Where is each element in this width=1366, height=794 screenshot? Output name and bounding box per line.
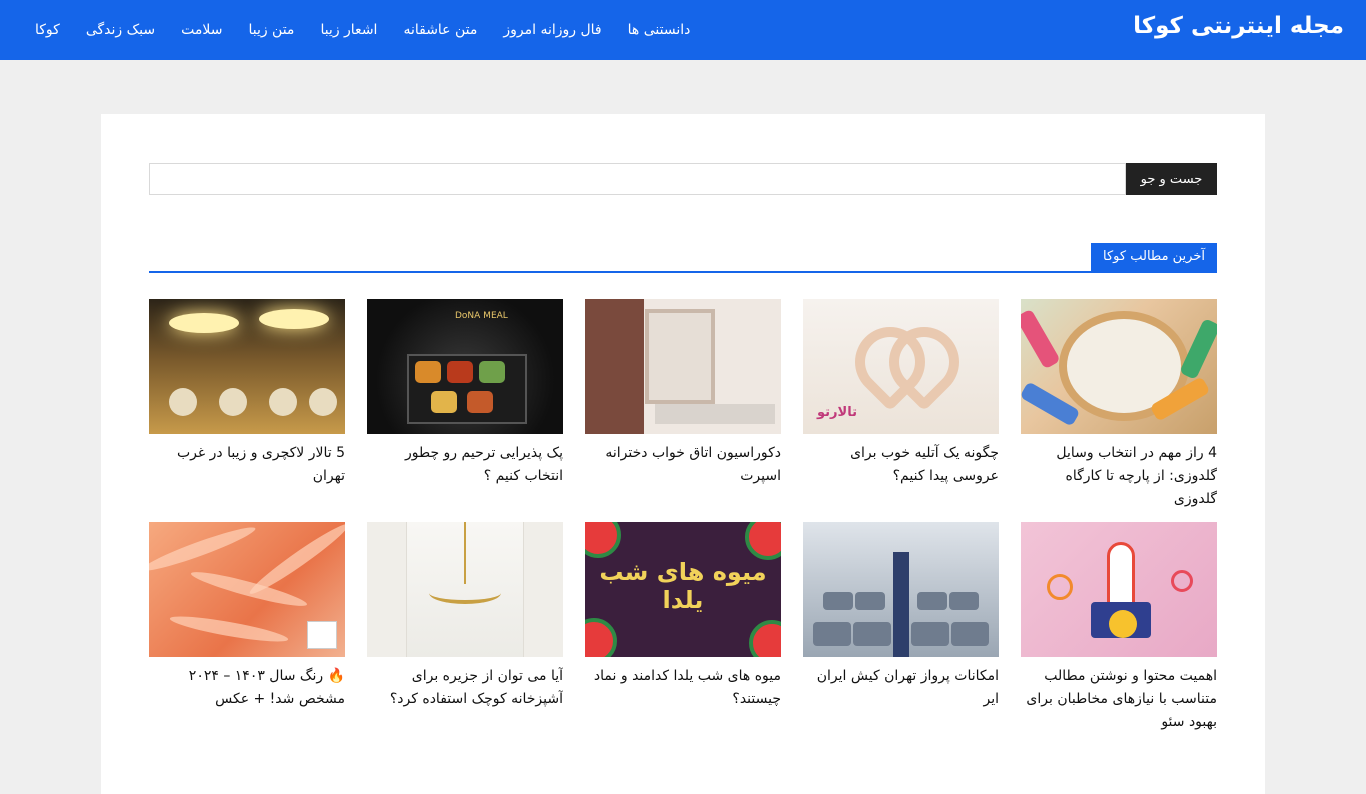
chandelier-image [429, 582, 501, 604]
table-image [309, 388, 337, 416]
post-card[interactable]: 4 راز مهم در انتخاب وسایل گلدوزی: از پار… [1021, 299, 1217, 507]
nav-item-facts[interactable]: دانستنی ها [615, 0, 704, 60]
watermelon-image [585, 618, 617, 657]
post-grid: 4 راز مهم در انتخاب وسایل گلدوزی: از پار… [149, 299, 1217, 730]
post-thumbnail-bedroom[interactable] [585, 299, 781, 434]
magnifier-icon [1047, 574, 1073, 600]
fur-image [168, 611, 290, 647]
post-title[interactable]: چگونه یک آتلیه خوب برای عروسی پیدا کنیم؟ [803, 442, 999, 512]
site-title[interactable]: مجله اینترنتی کوکا [1133, 13, 1344, 39]
post-card[interactable]: آیا می توان از جزیره برای آشپزخانه کوچک … [367, 522, 563, 723]
post-title[interactable]: 5 تالار لاکچری و زیبا در غرب تهران [149, 442, 345, 512]
food-image [447, 361, 473, 383]
fur-image [189, 566, 309, 612]
yalda-text: میوه های شب یلدا [599, 558, 767, 614]
post-thumbnail-hall[interactable] [149, 299, 345, 434]
nav-item-daily-fortune[interactable]: فال روزانه امروز [490, 0, 614, 60]
post-thumbnail-embroidery[interactable] [1021, 299, 1217, 434]
post-thumbnail-yalda[interactable]: میوه های شب یلدا [585, 522, 781, 657]
food-image [431, 391, 457, 413]
post-card[interactable]: امکانات پرواز تهران کیش ایران ایر [803, 522, 999, 723]
post-title[interactable]: امکانات پرواز تهران کیش ایران ایر [803, 665, 999, 735]
post-card[interactable]: DoNA MEAL پک پذیرایی ترحیم رو چطور انتخا… [367, 299, 563, 500]
post-card[interactable]: تالارتو چگونه یک آتلیه خوب برای عروسی پی… [803, 299, 999, 500]
window-image [523, 522, 563, 657]
pantone-tag-image [307, 621, 337, 649]
post-card[interactable]: دکوراسیون اتاق خواب دخترانه اسپرت [585, 299, 781, 500]
food-image [479, 361, 505, 383]
post-thumbnail-wedding[interactable]: تالارتو [803, 299, 999, 434]
post-card[interactable]: میوه های شب یلدا میوه های شب یلدا کدامند… [585, 522, 781, 723]
fur-image [245, 522, 345, 600]
table-image [169, 388, 197, 416]
search-form: جست و جو [149, 163, 1217, 195]
nav-item-poems[interactable]: اشعار زیبا [307, 0, 390, 60]
food-image [415, 361, 441, 383]
search-input[interactable] [149, 163, 1126, 195]
lamp-cord-image [464, 522, 466, 584]
content-card: جست و جو آخرین مطالب کوکا 4 راز مهم در ا… [101, 114, 1265, 794]
seat-image [813, 622, 851, 646]
site-header: مجله اینترنتی کوکا کوکا سبک زندگی سلامت … [0, 0, 1366, 60]
window-image [645, 309, 715, 404]
post-title[interactable]: پک پذیرایی ترحیم رو چطور انتخاب کنیم ؟ [367, 442, 563, 512]
post-thumbnail-airplane[interactable] [803, 522, 999, 657]
watermelon-image [745, 522, 781, 560]
section-heading-label: آخرین مطالب کوکا [1091, 243, 1217, 271]
talarto-logo: تالارتو [817, 405, 857, 420]
seat-image [949, 592, 979, 610]
nav-item-koka[interactable]: کوکا [22, 0, 73, 60]
table-image [269, 388, 297, 416]
post-title[interactable]: آیا می توان از جزیره برای آشپزخانه کوچک … [367, 665, 563, 735]
nav-item-health[interactable]: سلامت [168, 0, 235, 60]
chandelier-image [169, 313, 239, 333]
seat-image [951, 622, 989, 646]
seat-image [823, 592, 853, 610]
post-thumbnail-color-of-year[interactable] [149, 522, 345, 657]
desk-image [655, 404, 775, 424]
seat-image [853, 622, 891, 646]
fur-image [149, 522, 258, 577]
nav-item-lifestyle[interactable]: سبک زندگی [73, 0, 168, 60]
post-card[interactable]: اهمیت محتوا و نوشتن مطالب متناسب با نیاز… [1021, 522, 1217, 730]
window-image [367, 522, 407, 657]
watermelon-image [585, 522, 621, 558]
target-icon [1109, 610, 1137, 638]
main-nav: کوکا سبک زندگی سلامت متن زیبا اشعار زیبا… [22, 0, 703, 60]
post-card[interactable]: 5 تالار لاکچری و زیبا در غرب تهران [149, 299, 345, 500]
watermelon-image [749, 620, 781, 657]
post-title[interactable]: 🔥 رنگ سال ۱۴۰۳ – ۲۰۲۴ مشخص شد! + عکس [149, 665, 345, 735]
post-thumbnail-seo[interactable] [1021, 522, 1217, 657]
post-card[interactable]: 🔥 رنگ سال ۱۴۰۳ – ۲۰۲۴ مشخص شد! + عکس [149, 522, 345, 723]
nav-item-love-text[interactable]: متن عاشقانه [390, 0, 490, 60]
post-thumbnail-meal-pack[interactable]: DoNA MEAL [367, 299, 563, 434]
seat-image [917, 592, 947, 610]
chandelier-image [259, 309, 329, 329]
seat-image [855, 592, 885, 610]
meal-brand-text: DoNA MEAL [455, 311, 508, 321]
post-title[interactable]: 4 راز مهم در انتخاب وسایل گلدوزی: از پار… [1021, 442, 1217, 512]
post-thumbnail-kitchen[interactable] [367, 522, 563, 657]
search-button[interactable]: جست و جو [1126, 163, 1217, 195]
post-title[interactable]: اهمیت محتوا و نوشتن مطالب متناسب با نیاز… [1021, 665, 1217, 735]
post-title[interactable]: دکوراسیون اتاق خواب دخترانه اسپرت [585, 442, 781, 512]
thread-image [1021, 308, 1061, 370]
food-image [467, 391, 493, 413]
post-title[interactable]: میوه های شب یلدا کدامند و نماد چیستند؟ [585, 665, 781, 735]
target-icon [1171, 570, 1193, 592]
nav-item-beautiful-text[interactable]: متن زیبا [235, 0, 307, 60]
aisle-image [893, 552, 909, 657]
seat-image [911, 622, 949, 646]
table-image [219, 388, 247, 416]
section-heading: آخرین مطالب کوکا [149, 243, 1217, 273]
